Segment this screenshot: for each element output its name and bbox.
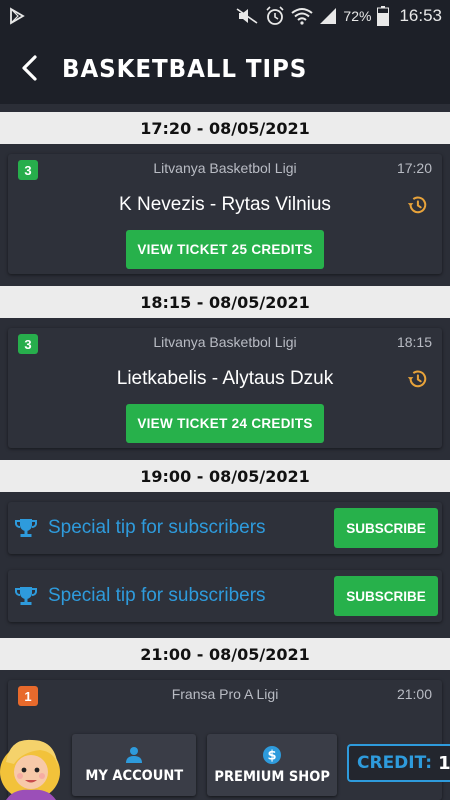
match-time: 17:20: [396, 160, 432, 176]
match-time: 18:15: [396, 334, 432, 350]
battery-icon: [377, 6, 390, 26]
match-teams: Lietkabelis - Alytaus Dzuk: [116, 368, 334, 389]
match-teams: K Nevezis - Rytas Vilnius: [119, 194, 331, 215]
view-ticket-button[interactable]: VIEW TICKET 25 CREDITS: [126, 230, 324, 269]
history-icon[interactable]: [406, 368, 428, 390]
subscriber-tip-text: Special tip for subscribers: [48, 585, 266, 606]
page-title: BASKETBALL TIPS: [62, 53, 308, 83]
match-time: 21:00: [396, 686, 432, 702]
league-name: Litvanya Basketbol Ligi: [153, 160, 297, 176]
dollar-coin-icon: $: [263, 746, 281, 764]
svg-text:$: $: [267, 749, 276, 764]
user-icon: [126, 747, 142, 763]
premium-shop-label: PREMIUM SHOP: [214, 769, 330, 785]
subscribe-button[interactable]: SUBSCRIBE: [334, 508, 438, 548]
status-bar: 72% 16:53: [0, 0, 450, 32]
subscribe-button[interactable]: SUBSCRIBE: [334, 576, 438, 616]
section-header-date: 21:00 - 08/05/2021: [0, 638, 450, 670]
history-icon[interactable]: [406, 194, 428, 216]
clock: 16:53: [399, 6, 442, 25]
credit-value: 15: [438, 752, 450, 774]
league-name: Litvanya Basketbol Ligi: [153, 334, 297, 350]
view-ticket-button[interactable]: VIEW TICKET 24 CREDITS: [126, 404, 324, 443]
section-header-date: 17:20 - 08/05/2021: [0, 112, 450, 144]
play-store-icon: [10, 7, 25, 25]
mute-icon: [236, 8, 258, 24]
section-header-date: 19:00 - 08/05/2021: [0, 460, 450, 492]
avatar[interactable]: [0, 728, 64, 800]
credit-balance: CREDIT: 15: [347, 744, 450, 782]
wifi-icon: [291, 8, 314, 25]
match-card: 3 Litvanya Basketbol Ligi 18:15 Lietkabe…: [8, 328, 442, 448]
bottom-nav: MY ACCOUNT $ PREMIUM SHOP CREDIT: 15: [0, 728, 450, 800]
credit-label: CREDIT:: [357, 753, 433, 773]
trophy-icon: [15, 519, 37, 537]
my-account-button[interactable]: MY ACCOUNT: [72, 734, 196, 796]
app-bar: BASKETBALL TIPS: [0, 32, 450, 104]
chevron-left-icon: [22, 55, 37, 81]
league-name: Fransa Pro A Ligi: [171, 686, 279, 702]
premium-shop-button[interactable]: $ PREMIUM SHOP: [207, 734, 337, 796]
subscriber-tip-card: Special tip for subscribers SUBSCRIBE: [8, 570, 442, 622]
signal-icon: [320, 8, 337, 24]
battery-percent: 72%: [343, 8, 372, 24]
subscriber-tip-card: Special tip for subscribers SUBSCRIBE: [8, 502, 442, 554]
match-card: 3 Litvanya Basketbol Ligi 17:20 K Nevezi…: [8, 154, 442, 274]
my-account-label: MY ACCOUNT: [85, 768, 183, 784]
subscriber-tip-text: Special tip for subscribers: [48, 517, 266, 538]
trophy-icon: [15, 587, 37, 605]
back-button[interactable]: [20, 55, 46, 81]
section-header-date: 18:15 - 08/05/2021: [0, 286, 450, 318]
alarm-icon: [266, 6, 284, 25]
